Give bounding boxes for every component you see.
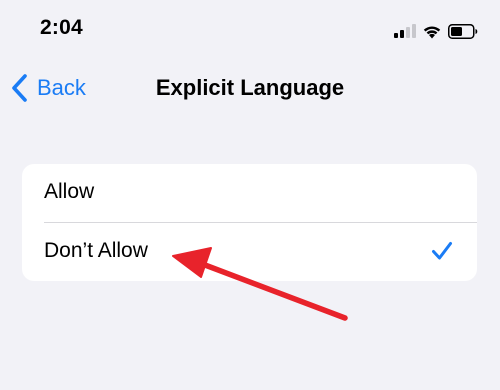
options-list: Allow Don’t Allow (22, 164, 477, 281)
wifi-icon (423, 25, 441, 38)
status-bar: 2:04 (0, 0, 500, 60)
navigation-bar: Back Explicit Language (0, 62, 500, 114)
option-label: Don’t Allow (44, 239, 148, 262)
option-label: Allow (44, 180, 95, 203)
status-icons (394, 20, 478, 42)
option-dont-allow[interactable]: Don’t Allow (22, 223, 477, 281)
checkmark-icon (432, 242, 452, 260)
option-allow[interactable]: Allow (22, 164, 477, 223)
battery-icon (448, 23, 478, 39)
status-time: 2:04 (40, 16, 83, 39)
cellular-signal-icon (394, 24, 416, 38)
page-title: Explicit Language (155, 75, 345, 100)
